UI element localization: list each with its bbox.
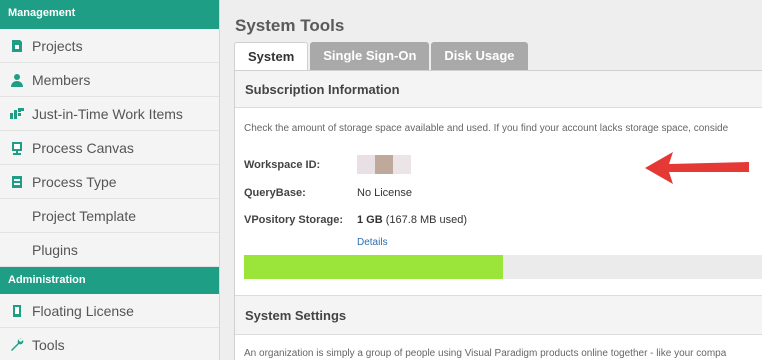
sidebar-item-label: Members — [32, 71, 91, 88]
system-settings-description: An organization is simply a group of peo… — [244, 348, 727, 359]
system-panel: Subscription Information Check the amoun… — [234, 70, 762, 360]
red-arrow-icon — [645, 152, 749, 184]
sidebar-item-label: Floating License — [32, 302, 134, 319]
sidebar-item-members[interactable]: Members — [0, 63, 219, 97]
wrench-icon — [10, 338, 24, 352]
sidebar-item-label: Just-in-Time Work Items — [32, 105, 183, 122]
section-header-administration: Administration — [0, 267, 219, 294]
querybase-row: QueryBase: No License — [244, 187, 412, 199]
main-content: System Tools System Single Sign-On Disk … — [221, 0, 762, 360]
storage-row: VPository Storage: 1 GB (167.8 MB used) — [244, 214, 467, 226]
sidebar-item-tools[interactable]: Tools — [0, 328, 219, 360]
sidebar-item-projects[interactable]: Projects — [0, 29, 219, 63]
details-link[interactable]: Details — [357, 237, 388, 248]
sidebar-item-label: Project Template — [32, 207, 137, 224]
sidebar-item-label: Process Type — [32, 173, 117, 190]
work-items-icon — [10, 107, 24, 121]
querybase-value: No License — [357, 187, 413, 199]
tab-single-sign-on[interactable]: Single Sign-On — [310, 42, 430, 70]
workspace-row: Workspace ID: — [244, 159, 357, 171]
workspace-id-redacted — [357, 155, 411, 174]
storage-usage-fill — [244, 255, 504, 279]
tab-disk-usage[interactable]: Disk Usage — [431, 42, 528, 70]
workspace-label: Workspace ID: — [244, 159, 321, 171]
section-header-management: Management — [0, 0, 219, 29]
members-icon — [10, 73, 24, 87]
floating-license-icon — [10, 304, 24, 318]
projects-icon — [10, 39, 24, 53]
sidebar: Management Projects Members Just-in-Time… — [0, 0, 220, 360]
sidebar-item-project-template[interactable]: Project Template — [0, 199, 219, 233]
subscription-heading: Subscription Information — [235, 71, 762, 108]
sidebar-item-label: Plugins — [32, 241, 78, 258]
sidebar-item-process-canvas[interactable]: Process Canvas — [0, 131, 219, 165]
storage-used: (167.8 MB used) — [385, 214, 468, 226]
sidebar-item-work-items[interactable]: Just-in-Time Work Items — [0, 97, 219, 131]
sidebar-item-plugins[interactable]: Plugins — [0, 233, 219, 267]
sidebar-item-floating-license[interactable]: Floating License — [0, 294, 219, 328]
system-settings-heading: System Settings — [235, 295, 762, 335]
page-title: System Tools — [235, 16, 345, 35]
storage-usage-bar — [244, 255, 762, 279]
tab-bar: System Single Sign-On Disk Usage — [234, 42, 530, 71]
storage-label: VPository Storage: — [244, 214, 344, 226]
sidebar-item-label: Process Canvas — [32, 139, 134, 156]
sidebar-item-label: Tools — [32, 336, 65, 353]
subscription-description: Check the amount of storage space availa… — [244, 123, 729, 134]
querybase-label: QueryBase: — [244, 187, 306, 199]
tab-system[interactable]: System — [234, 42, 309, 71]
process-type-icon — [10, 175, 24, 189]
storage-amount: 1 GB — [357, 214, 383, 226]
sidebar-item-label: Projects — [32, 37, 83, 54]
sidebar-item-process-type[interactable]: Process Type — [0, 165, 219, 199]
process-canvas-icon — [10, 141, 24, 155]
